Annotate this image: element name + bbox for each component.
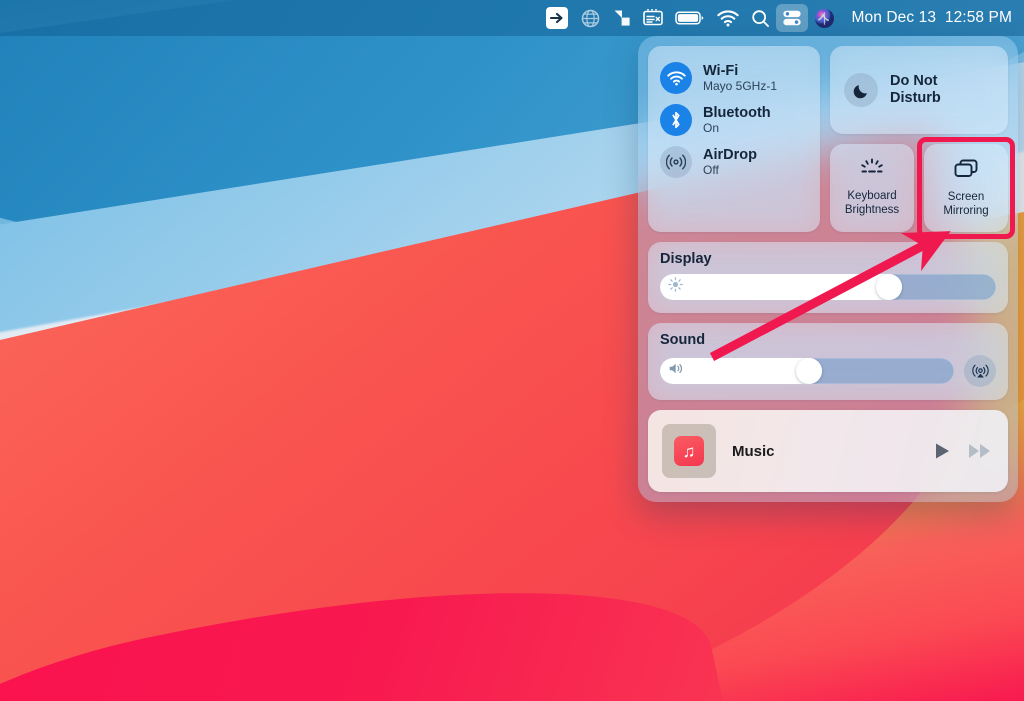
album-artwork: ♫	[662, 424, 716, 478]
text-document-icon[interactable]	[637, 4, 669, 32]
toggle-airdrop[interactable]: AirDrop Off	[648, 141, 820, 183]
music-app-icon: ♫	[674, 436, 704, 466]
music-module[interactable]: ♫ Music	[648, 410, 1008, 492]
battery-icon[interactable]	[669, 4, 711, 32]
sound-slider-knob[interactable]	[795, 358, 822, 384]
display-slider-knob[interactable]	[875, 274, 902, 300]
bluetooth-icon	[660, 104, 692, 136]
keyboard-brightness-label-line1: Keyboard	[847, 190, 897, 203]
do-not-disturb-label-line1: Do Not	[890, 72, 938, 89]
airplay-audio-icon[interactable]	[964, 355, 996, 387]
control-center-icon[interactable]	[776, 4, 809, 32]
screen-mirroring-label-line2: Mirroring	[943, 205, 989, 217]
screen-mirroring-highlight-box	[917, 137, 1015, 239]
wifi-icon	[660, 62, 692, 94]
spotlight-search-icon[interactable]	[745, 4, 776, 32]
menu-bar: Mon Dec 13 12:58 PM	[0, 0, 1024, 36]
wifi-icon[interactable]	[711, 4, 745, 32]
airdrop-icon	[660, 146, 692, 178]
toggle-wifi-subtitle: Mayo 5GHz-1	[703, 78, 778, 93]
menu-bar-clock[interactable]: Mon Dec 13 12:58 PM	[841, 4, 1012, 32]
display-arrangement-icon[interactable]	[607, 4, 637, 32]
control-center-right-column: Do Not Disturb Keyboard Brightness Scree…	[830, 46, 1015, 239]
toggle-bluetooth[interactable]: Bluetooth On	[648, 99, 820, 141]
siri-icon[interactable]	[808, 4, 841, 32]
utility-tiles-row: Keyboard Brightness Screen Mirroring	[830, 137, 1015, 239]
music-title: Music	[732, 442, 775, 460]
connectivity-group: Wi-Fi Mayo 5GHz-1 Bluetooth On AirDrop O…	[648, 46, 820, 232]
toggle-wifi-title: Wi-Fi	[703, 62, 739, 79]
toggle-bluetooth-title: Bluetooth	[703, 104, 771, 121]
moon-icon	[844, 73, 878, 107]
toggle-airdrop-subtitle: Off	[703, 162, 719, 177]
keyboard-brightness-label-line2: Brightness	[844, 204, 900, 216]
sound-section: Sound	[648, 323, 1008, 400]
fast-forward-button[interactable]	[968, 442, 992, 460]
keyboard-brightness-tile[interactable]: Keyboard Brightness	[830, 144, 914, 232]
remote-desktop-icon[interactable]	[540, 4, 574, 32]
screen-mirroring-label-line1: Screen	[947, 191, 985, 204]
display-brightness-slider[interactable]	[660, 274, 996, 300]
toggle-airdrop-title: AirDrop	[703, 146, 757, 163]
do-not-disturb-label-line2: Disturb	[890, 90, 941, 106]
screen-mirroring-tile[interactable]: Screen Mirroring	[917, 137, 1015, 239]
control-center-panel: Wi-Fi Mayo 5GHz-1 Bluetooth On AirDrop O…	[638, 36, 1018, 502]
sound-title: Sound	[660, 332, 706, 348]
speaker-icon	[668, 361, 685, 381]
brightness-icon	[668, 277, 683, 297]
toggle-bluetooth-subtitle: On	[703, 120, 720, 135]
globe-icon[interactable]	[574, 4, 607, 32]
do-not-disturb-tile[interactable]: Do Not Disturb	[830, 46, 1008, 134]
display-section: Display	[648, 242, 1008, 313]
play-button[interactable]	[932, 441, 952, 461]
screen-mirroring-icon	[952, 157, 980, 186]
display-title: Display	[660, 251, 712, 267]
desktop: Mon Dec 13 12:58 PM Wi-Fi Mayo 5GHz-1 Bl…	[0, 0, 1024, 701]
sound-volume-slider[interactable]	[660, 358, 954, 384]
keyboard-brightness-icon	[857, 158, 887, 185]
toggle-wifi[interactable]: Wi-Fi Mayo 5GHz-1	[648, 57, 820, 99]
display-slider-fill	[660, 274, 902, 300]
control-center-top-row: Wi-Fi Mayo 5GHz-1 Bluetooth On AirDrop O…	[648, 46, 1015, 239]
